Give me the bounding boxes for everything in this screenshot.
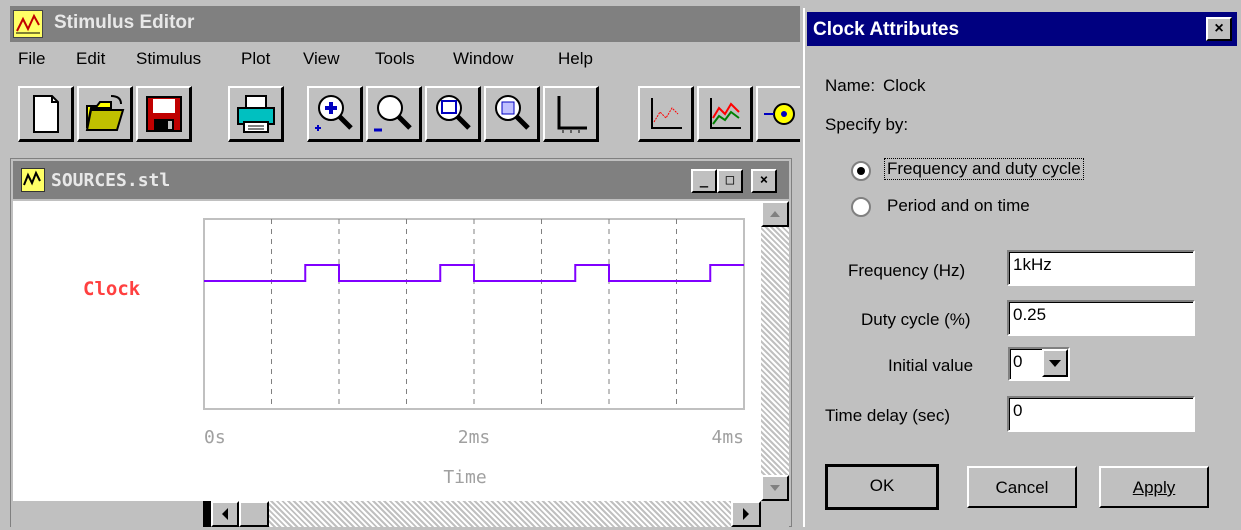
specify-by-label: Specify by: (825, 115, 909, 134)
frequency-label: Frequency (Hz) (848, 261, 966, 280)
add-marker-icon (764, 103, 795, 125)
split-bar[interactable] (203, 501, 211, 527)
x-tick-label: 0s (204, 427, 226, 448)
dialog-title: Clock Attributes (813, 19, 960, 40)
close-button[interactable]: × (751, 169, 777, 193)
menu-bar: File Edit Stimulus Plot View Tools Windo… (10, 44, 800, 76)
vertical-scrollbar[interactable] (761, 201, 789, 501)
arrow-up-icon (770, 211, 780, 217)
radio-frequency-label[interactable]: Frequency and duty cycle (884, 158, 1084, 180)
add-plot-icon (710, 98, 741, 129)
time-delay-label: Time delay (sec) (825, 406, 951, 425)
main-title: Stimulus Editor (54, 12, 195, 33)
menu-help[interactable]: Help (558, 49, 593, 69)
arrow-left-icon (222, 508, 228, 520)
print-button[interactable] (228, 86, 284, 142)
clock-attributes-dialog: Clock Attributes × Name: Clock Specify b… (803, 8, 1241, 527)
menu-stimulus[interactable]: Stimulus (136, 49, 201, 69)
axis-settings-icon (557, 96, 587, 133)
cancel-button[interactable]: Cancel (967, 466, 1077, 508)
initial-value-text: 0 (1013, 352, 1023, 371)
zoom-out-button[interactable] (366, 86, 422, 142)
radio-period-label[interactable]: Period and on time (887, 196, 1030, 216)
menu-view[interactable]: View (303, 49, 340, 69)
dialog-close-button[interactable]: × (1206, 17, 1232, 41)
menu-edit[interactable]: Edit (76, 49, 105, 69)
name-label: Name: (825, 76, 876, 95)
duty-cycle-input[interactable]: 0.25 (1007, 300, 1195, 336)
apply-button[interactable]: Apply (1099, 466, 1209, 508)
save-disk-icon (146, 96, 182, 132)
print-icon (237, 95, 275, 133)
axis-settings-button[interactable] (543, 86, 599, 142)
dialog-title-bar[interactable]: Clock Attributes × (807, 12, 1237, 46)
menu-window[interactable]: Window (453, 49, 513, 69)
hscroll-spacer (11, 501, 211, 527)
minimize-button[interactable]: _ (691, 169, 717, 193)
plot-grid (271, 219, 677, 409)
toolbar (10, 80, 800, 150)
initial-value-label: Initial value (888, 356, 974, 375)
arrow-down-icon (770, 485, 780, 491)
frequency-input[interactable]: 1kHz (1007, 250, 1195, 286)
scroll-up-button[interactable] (761, 201, 789, 227)
main-title-bar[interactable]: Stimulus Editor (10, 6, 800, 42)
stimulus-editor-window: Stimulus Editor File Edit Stimulus Plot … (0, 0, 800, 527)
initial-value-select[interactable]: 0 (1008, 347, 1070, 381)
x-tick-label: 4ms (711, 427, 744, 448)
name-value: Clock (883, 76, 926, 95)
add-marker-button[interactable] (756, 86, 800, 142)
add-trace-icon (651, 98, 682, 129)
time-delay-input[interactable]: 0 (1007, 396, 1195, 432)
ok-button[interactable]: OK (825, 464, 939, 510)
horizontal-scrollbar[interactable] (203, 501, 761, 527)
zoom-area-button[interactable] (425, 86, 481, 142)
x-axis-label: Time (443, 467, 486, 488)
scroll-thumb[interactable] (239, 501, 269, 527)
radio-frequency[interactable] (851, 161, 871, 181)
zoom-out-icon (374, 95, 412, 132)
save-button[interactable] (136, 86, 192, 142)
duty-cycle-label: Duty cycle (%) (861, 310, 971, 329)
scroll-right-button[interactable] (731, 501, 761, 527)
x-tick-label: 2ms (458, 427, 491, 448)
zoom-fit-icon (495, 95, 530, 130)
sources-title: SOURCES.stl (51, 170, 171, 191)
radio-period[interactable] (851, 197, 871, 217)
menu-plot[interactable]: Plot (241, 49, 270, 69)
signal-label-clock: Clock (83, 278, 141, 300)
waveform-chart: Clock 0s 2ms 4ms Time (83, 218, 745, 488)
zoom-area-icon (436, 95, 471, 130)
new-file-icon (33, 95, 59, 133)
menu-tools[interactable]: Tools (375, 49, 415, 69)
scroll-corner (761, 501, 789, 527)
chevron-down-icon (1049, 360, 1061, 367)
add-plot-button[interactable] (697, 86, 753, 142)
scroll-left-button[interactable] (211, 501, 239, 527)
open-folder-icon (85, 95, 125, 131)
open-file-button[interactable] (77, 86, 133, 142)
x-tick-labels: 0s 2ms 4ms (204, 427, 744, 448)
arrow-right-icon (743, 508, 749, 520)
zoom-in-button[interactable] (307, 86, 363, 142)
sources-title-bar[interactable]: SOURCES.stl _ □ × (13, 161, 789, 199)
zoom-fit-button[interactable] (484, 86, 540, 142)
zoom-in-icon (315, 95, 353, 131)
maximize-button[interactable]: □ (717, 169, 743, 193)
menu-file[interactable]: File (18, 49, 45, 69)
stimulus-app-icon (13, 10, 43, 38)
waveform-file-icon (21, 168, 45, 192)
dropdown-button[interactable] (1042, 349, 1068, 377)
new-file-button[interactable] (18, 86, 74, 142)
waveform-plot: Clock 0s 2ms 4ms Time (13, 201, 761, 501)
clock-trace (204, 264, 744, 282)
scroll-down-button[interactable] (761, 475, 789, 501)
add-trace-button[interactable] (638, 86, 694, 142)
sources-window: SOURCES.stl _ □ × Clock 0s 2ms 4ms Time (10, 158, 792, 527)
